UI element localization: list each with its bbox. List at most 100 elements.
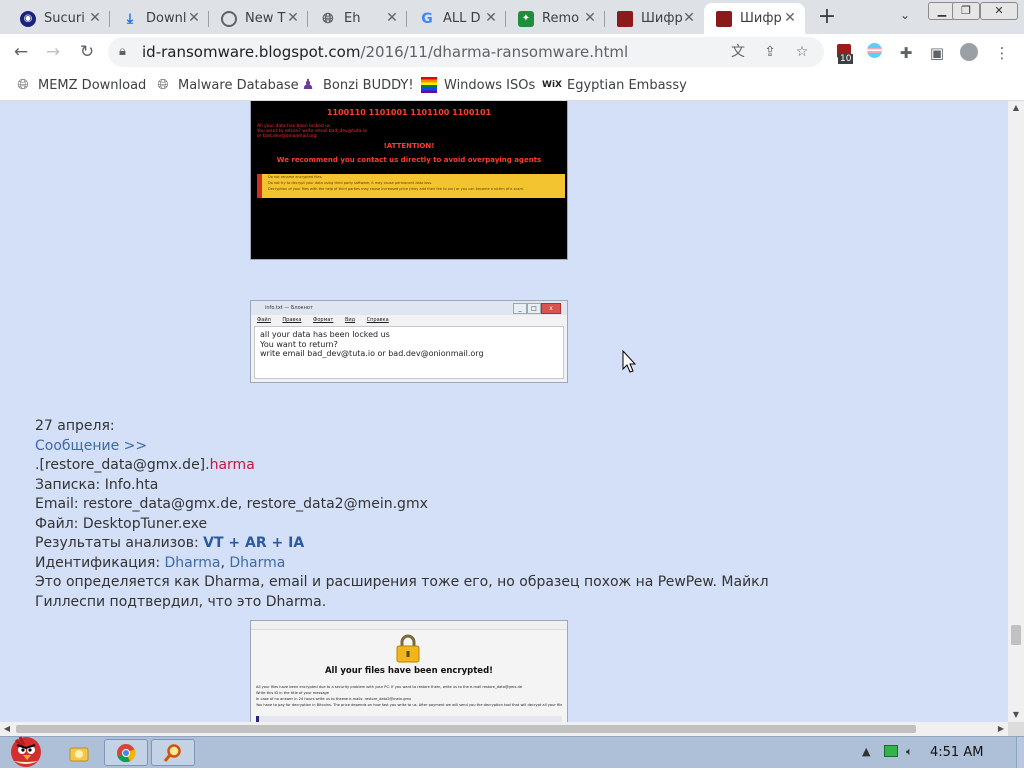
file-line: Файл: DesktopTuner.exe — [35, 515, 208, 532]
notepad-menu-item: Правка — [282, 317, 302, 323]
vertical-scrollbar[interactable]: ▲ ▼ — [1008, 101, 1024, 722]
show-hidden-icons-icon[interactable]: ▲ — [862, 745, 870, 758]
translate-icon[interactable]: 文 — [728, 42, 748, 62]
blogger-ransom-icon — [716, 10, 732, 27]
taskbar-search-tool-button[interactable] — [151, 739, 195, 766]
extension-line: .[restore_data@gmx.de].harma — [35, 456, 795, 476]
bookmark-bonzi[interactable]: ♟ Bonzi BUDDY! — [300, 76, 414, 94]
horizontal-scrollbar[interactable]: ◀ ▶ — [0, 722, 1008, 736]
bookmark-memz[interactable]: 🌐︎ MEMZ Download — [15, 76, 146, 94]
tab-title: Шифр — [740, 11, 782, 26]
tab-title: Sucuri — [44, 11, 85, 26]
ransom-warning-box: Do not rename encrypted files. Do not tr… — [257, 174, 565, 198]
folder-icon — [69, 747, 89, 762]
tab-all-d[interactable]: G ALL D ✕ — [407, 3, 506, 34]
close-icon[interactable]: ✕ — [484, 11, 498, 25]
extension-suffix: harma — [209, 457, 255, 473]
taskbar-chrome-button[interactable] — [104, 739, 148, 766]
reload-icon[interactable]: ↻ — [74, 39, 100, 65]
scroll-right-icon[interactable]: ▶ — [994, 722, 1008, 736]
extensions-puzzle-icon[interactable]: ✚ — [896, 43, 916, 63]
analysis-links[interactable]: VT + AR + IA — [203, 535, 304, 551]
bookmark-label: Egyptian Embassy — [567, 77, 687, 93]
share-icon[interactable]: ⇪ — [760, 42, 780, 62]
lock-icon[interactable]: 🔒︎ — [119, 44, 126, 59]
volume-icon[interactable]: 🔈︎ — [906, 745, 913, 759]
extension-badge-icon[interactable]: 10 — [834, 43, 854, 64]
show-desktop-button[interactable] — [1016, 737, 1024, 768]
rainbow-flag-icon — [421, 77, 437, 93]
battery-icon[interactable] — [884, 745, 898, 760]
page-content: 1100110 1101001 1101100 1100101 All your… — [0, 101, 1008, 722]
tab-shifr-1[interactable]: Шифр ✕ — [605, 3, 704, 34]
globe-icon: 🌐︎ — [322, 10, 334, 27]
forward-arrow-icon[interactable]: → — [40, 39, 66, 65]
bookmarks-bar: 🌐︎ MEMZ Download 🌐︎ Malware Database ♟ B… — [0, 70, 1024, 101]
horizontal-scroll-thumb[interactable] — [16, 725, 916, 733]
notepad-maximize-icon: □ — [527, 303, 541, 314]
bookmark-star-icon[interactable]: ☆ — [792, 42, 812, 62]
side-panel-icon[interactable]: ▣ — [927, 43, 947, 63]
tab-search-chevron-icon[interactable]: ⌄ — [895, 8, 915, 26]
bookmark-egyptian-embassy[interactable]: WiX Egyptian Embassy — [542, 76, 687, 94]
encrypted-dialog-image[interactable]: All your files have been encrypted! All … — [250, 620, 568, 722]
sucuri-icon: ◉ — [20, 10, 36, 27]
bookmark-label: Bonzi BUDDY! — [323, 77, 414, 93]
address-bar[interactable]: 🔒︎ id-ransomware.blogspot.com/2016/11/dh… — [108, 37, 824, 67]
extension-badge-count: 10 — [838, 54, 854, 64]
notepad-text: all your data has been locked us You wan… — [254, 326, 564, 379]
start-button[interactable] — [2, 731, 50, 769]
menu-kebab-icon[interactable]: ⋮ — [992, 43, 1012, 63]
window-close-icon[interactable]: ✕ — [980, 2, 1018, 20]
ransom-recommend: We recommend you contact us directly to … — [276, 156, 542, 164]
close-icon[interactable]: ✕ — [88, 11, 102, 25]
blogger-ransom-icon — [617, 10, 633, 27]
ransom-note-image[interactable]: 1100110 1101001 1101100 1100101 All your… — [250, 101, 568, 260]
ident-label: Идентификация: — [35, 554, 165, 571]
bookmark-malware-database[interactable]: 🌐︎ Malware Database — [155, 76, 299, 94]
remove-tool-icon: ✦ — [518, 10, 534, 27]
analysis-line: Результаты анализов: VT + AR + IA — [35, 534, 795, 554]
ransom-line: or bad.dev@onionmail.org — [257, 134, 317, 139]
notepad-image[interactable]: info.txt — Блокнот _ □ x Файл Правка Фор… — [250, 300, 568, 383]
bookmark-label: MEMZ Download — [38, 77, 147, 93]
tab-eh[interactable]: 🌐︎ Eh ✕ — [308, 3, 407, 34]
profile-avatar-icon[interactable] — [959, 43, 979, 63]
bookmark-label: Malware Database — [178, 77, 299, 93]
close-icon[interactable]: ✕ — [682, 11, 696, 25]
back-arrow-icon[interactable]: ← — [8, 39, 34, 65]
new-tab-button[interactable]: + — [814, 5, 840, 31]
scroll-up-icon[interactable]: ▲ — [1008, 101, 1024, 115]
vertical-scroll-thumb[interactable] — [1011, 625, 1021, 645]
bookmark-windows-isos[interactable]: Windows ISOs — [421, 76, 535, 94]
dialog-line: You have to pay for decryption in Bitcoi… — [256, 703, 562, 707]
tab-new-tab[interactable]: New T ✕ — [209, 3, 308, 34]
bonzi-icon: ♟ — [301, 77, 315, 93]
restore-icon[interactable]: ❐ — [952, 2, 980, 20]
taskbar-clock[interactable]: 4:51 AM — [930, 745, 983, 760]
dharma-link[interactable]: Dharma — [229, 555, 285, 571]
browser-toolbar: ← → ↻ 🔒︎ id-ransomware.blogspot.com/2016… — [0, 34, 1024, 70]
close-icon[interactable]: ✕ — [583, 11, 597, 25]
post-body: 27 апреля: Сообщение >> .[restore_data@g… — [35, 417, 795, 612]
message-link[interactable]: Сообщение >> — [35, 438, 147, 454]
notepad-line: You want to return? — [260, 339, 338, 349]
notepad-menu-item: Файл — [257, 317, 271, 323]
trans-flag-extension-icon[interactable] — [864, 43, 884, 63]
tab-remove[interactable]: ✦ Remo ✕ — [506, 3, 605, 34]
url-text[interactable]: id-ransomware.blogspot.com/2016/11/dharm… — [142, 43, 628, 61]
dharma-link[interactable]: Dharma — [165, 555, 221, 571]
scroll-down-icon[interactable]: ▼ — [1008, 708, 1024, 722]
dialog-heading: All your files have been encrypted! — [324, 666, 494, 676]
tab-shifr-active[interactable]: Шифр ✕ — [704, 3, 805, 34]
google-icon: G — [421, 10, 433, 27]
ransom-attention: !ATTENTION! — [383, 142, 435, 150]
close-icon[interactable]: ✕ — [783, 11, 797, 25]
close-icon[interactable]: ✕ — [385, 11, 399, 25]
file-explorer-icon[interactable] — [68, 743, 90, 763]
close-icon[interactable]: ✕ — [286, 11, 300, 25]
tab-downloads[interactable]: ⤓ Downl ✕ — [110, 3, 209, 34]
tab-title: Remo — [542, 11, 580, 26]
close-icon[interactable]: ✕ — [187, 11, 201, 25]
tab-sucuri[interactable]: ◉ Sucuri ✕ — [8, 3, 110, 34]
